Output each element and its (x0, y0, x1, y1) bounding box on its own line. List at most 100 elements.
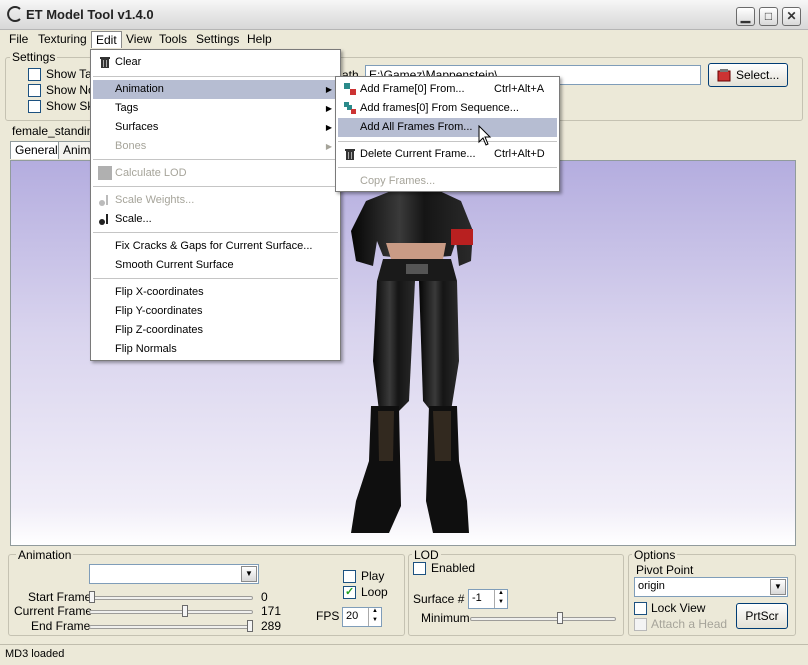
select-icon (717, 69, 731, 82)
menu-separator (93, 186, 338, 187)
prtscr-button[interactable]: PrtScr (736, 603, 788, 629)
end-frame-value: 289 (261, 619, 282, 633)
menu-item-add-frames-sequence[interactable]: Add frames[0] From Sequence... (338, 99, 557, 118)
menu-tools[interactable]: Tools (155, 31, 191, 48)
status-text: MD3 loaded (5, 648, 65, 660)
menu-item-delete-frame[interactable]: Delete Current Frame... Ctrl+Alt+D (338, 145, 557, 164)
menu-item-calculate-lod-label: Calculate LOD (115, 167, 187, 179)
start-frame-thumb[interactable] (89, 591, 95, 603)
title-bar[interactable]: ET Model Tool v1.4.0 ▁ □ ✕ (0, 0, 808, 30)
lod-icon (98, 166, 112, 180)
add-sequence-icon (344, 102, 356, 114)
menu-item-bones-label: Bones (115, 140, 147, 152)
fps-label: FPS (316, 609, 340, 623)
menu-item-scale[interactable]: Scale... (93, 210, 338, 229)
surface-input[interactable]: -1 ▲ ▼ (468, 589, 508, 609)
menu-item-surfaces[interactable]: Surfaces ▶ (93, 118, 338, 137)
menu-item-add-frame-label: Add Frame[0] From... (360, 83, 465, 95)
menu-item-flip-normals[interactable]: Flip Normals (93, 340, 338, 359)
menu-item-fix-cracks[interactable]: Fix Cracks & Gaps for Current Surface... (93, 237, 338, 256)
menu-item-flip-y-label: Flip Y-coordinates (115, 305, 203, 317)
menu-item-animation[interactable]: Animation ▶ (93, 80, 338, 99)
menu-separator (93, 159, 338, 160)
show-label-2: Show No (46, 83, 95, 97)
menu-view[interactable]: View (122, 31, 156, 48)
end-frame-label: End Frame (31, 619, 91, 633)
menu-separator (338, 167, 557, 168)
minimize-button[interactable]: ▁ (736, 7, 755, 26)
menu-help[interactable]: Help (243, 31, 276, 48)
lock-view-checkbox[interactable] (634, 602, 647, 615)
surface-down-icon[interactable]: ▼ (494, 599, 507, 608)
menu-file[interactable]: File (5, 31, 32, 48)
menu-item-flip-y[interactable]: Flip Y-coordinates (93, 302, 338, 321)
current-frame-value: 171 (261, 604, 282, 618)
menu-item-flip-normals-label: Flip Normals (115, 343, 177, 355)
pivot-point-dropdown[interactable]: origin ▼ (634, 577, 788, 597)
chevron-down-icon[interactable]: ▼ (770, 579, 786, 595)
end-frame-thumb[interactable] (247, 620, 253, 632)
menu-item-copy-frames: Copy Frames... (338, 172, 557, 191)
select-button[interactable]: Select... (708, 63, 788, 87)
menu-item-delete-frame-label: Delete Current Frame... (360, 148, 476, 160)
surface-label: Surface # (413, 592, 465, 606)
show-checkbox-2[interactable] (28, 84, 41, 97)
end-frame-slider[interactable] (89, 625, 253, 629)
tab-general[interactable]: General (10, 141, 63, 159)
menu-edit[interactable]: Edit (91, 31, 122, 48)
menu-item-clear-label: Clear (115, 56, 142, 68)
menu-item-bones: Bones ▶ (93, 137, 338, 156)
menu-separator (93, 278, 338, 279)
add-frame-icon (344, 83, 356, 95)
menu-texturing[interactable]: Texturing (34, 31, 91, 48)
maximize-button[interactable]: □ (759, 7, 778, 26)
menu-item-tags-label: Tags (115, 102, 139, 114)
submenu-arrow-icon: ▶ (325, 123, 332, 132)
lod-enabled-checkbox[interactable] (413, 562, 426, 575)
attach-head-label: Attach a Head (651, 617, 728, 631)
model-name: female_standing (12, 124, 101, 138)
animation-submenu: Add Frame[0] From... Ctrl+Alt+A Add fram… (335, 76, 560, 192)
menu-separator (93, 76, 338, 77)
menu-settings[interactable]: Settings (192, 31, 243, 48)
menu-item-flip-z[interactable]: Flip Z-coordinates (93, 321, 338, 340)
start-frame-slider[interactable] (89, 596, 253, 600)
menu-item-clear[interactable]: Clear (93, 53, 338, 72)
loop-checkbox[interactable] (343, 585, 356, 599)
minimum-slider[interactable] (470, 617, 616, 621)
pivot-point-label: Pivot Point (636, 563, 694, 577)
menu-item-smooth-surface[interactable]: Smooth Current Surface (93, 256, 338, 275)
menu-item-calculate-lod: Calculate LOD (93, 164, 338, 183)
fps-down-icon[interactable]: ▼ (368, 617, 381, 626)
menu-item-flip-x-label: Flip X-coordinates (115, 286, 204, 298)
menu-item-scale-label: Scale... (115, 213, 152, 225)
show-checkbox-1[interactable] (28, 68, 41, 81)
surface-up-icon[interactable]: ▲ (494, 590, 507, 599)
menu-item-smooth-surface-label: Smooth Current Surface (115, 259, 234, 271)
minimum-label: Minimum (421, 611, 470, 625)
lod-enabled-label: Enabled (431, 561, 476, 575)
menu-item-flip-x[interactable]: Flip X-coordinates (93, 283, 338, 302)
menu-item-add-all-frames[interactable]: Add All Frames From... (338, 118, 557, 137)
app-icon (7, 6, 21, 22)
menu-item-add-frames-sequence-label: Add frames[0] From Sequence... (360, 102, 519, 114)
minimum-thumb[interactable] (556, 612, 563, 624)
attach-head-checkbox (634, 618, 647, 631)
current-frame-label: Current Frame (14, 604, 93, 618)
fps-up-icon[interactable]: ▲ (368, 608, 381, 617)
chevron-down-icon[interactable]: ▼ (241, 566, 257, 582)
show-checkbox-3[interactable] (28, 100, 41, 113)
options-group-label: Options (632, 548, 678, 562)
close-button[interactable]: ✕ (782, 7, 801, 26)
fps-input[interactable]: 20 ▲ ▼ (342, 607, 382, 627)
menu-item-add-frame[interactable]: Add Frame[0] From... Ctrl+Alt+A (338, 80, 557, 99)
start-frame-value: 0 (261, 590, 268, 604)
menu-item-animation-label: Animation (115, 83, 164, 95)
current-frame-thumb[interactable] (182, 605, 189, 617)
add-frame-shortcut: Ctrl+Alt+A (494, 83, 545, 95)
menu-separator (93, 232, 338, 233)
play-checkbox[interactable] (343, 570, 356, 583)
menu-item-tags[interactable]: Tags ▶ (93, 99, 338, 118)
current-frame-slider[interactable] (89, 610, 253, 614)
animation-dropdown[interactable]: ▼ (89, 564, 259, 584)
